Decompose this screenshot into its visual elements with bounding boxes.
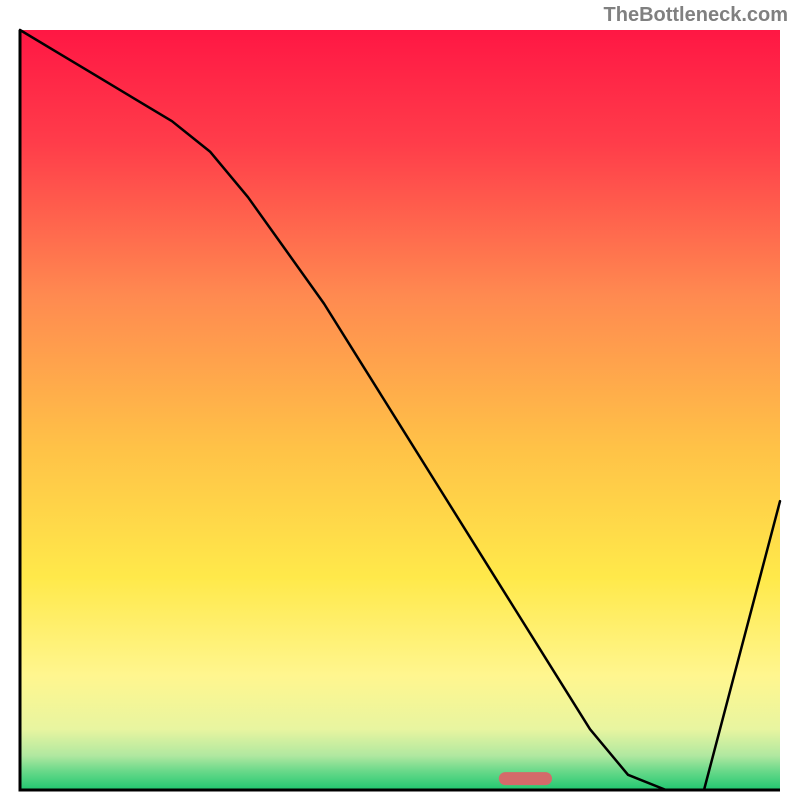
chart-container: TheBottleneck.com (0, 0, 800, 800)
watermark-text: TheBottleneck.com (604, 4, 788, 27)
bottleneck-chart (0, 0, 800, 800)
